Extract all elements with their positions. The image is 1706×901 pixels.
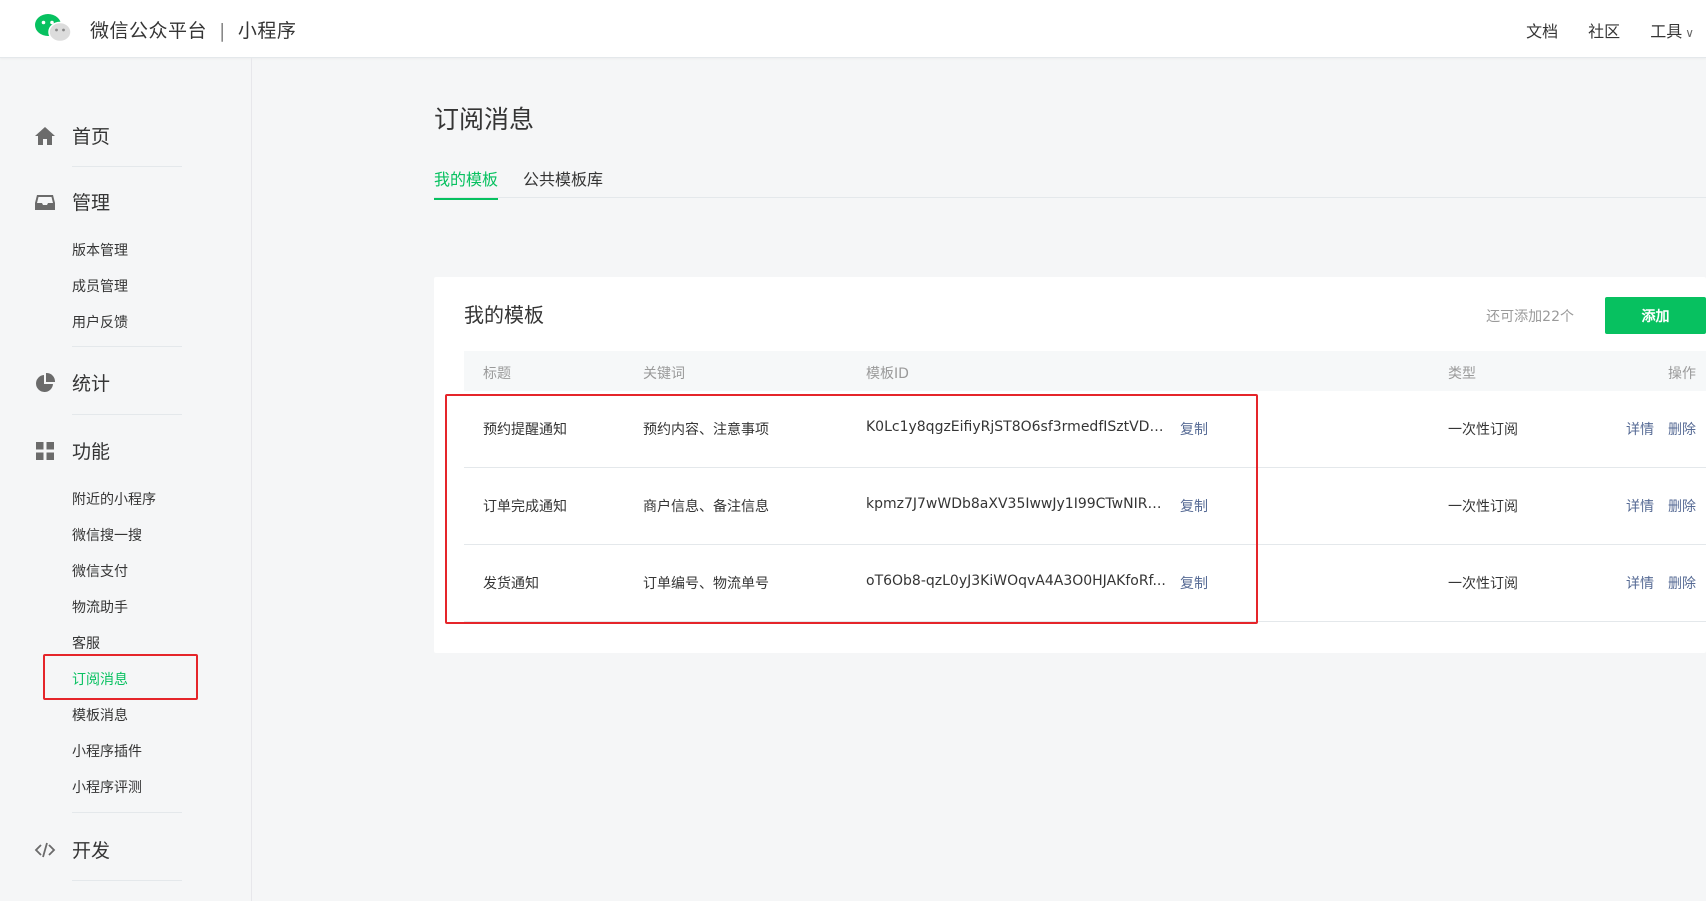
sidebar-divider	[72, 166, 182, 167]
sidebar-stats-label: 统计	[72, 373, 111, 395]
remaining-count: 还可添加22个	[1486, 309, 1574, 325]
nav-community-link[interactable]: 社区	[1588, 18, 1620, 42]
nav-docs-link[interactable]: 文档	[1526, 18, 1558, 42]
sidebar-manage-label: 管理	[72, 192, 111, 214]
row-type: 一次性订阅	[1448, 499, 1518, 515]
highlight-box-templates	[445, 394, 1258, 624]
detail-link[interactable]: 详情	[1626, 496, 1654, 516]
delete-link[interactable]: 删除	[1668, 419, 1696, 439]
detail-link[interactable]: 详情	[1626, 419, 1654, 439]
sidebar-item-service[interactable]: 客服	[72, 633, 100, 653]
add-template-button[interactable]: 添加	[1605, 297, 1706, 334]
top-nav: 文档 社区 工具 ∨	[1496, 18, 1694, 42]
sidebar-item-nearby[interactable]: 附近的小程序	[72, 489, 156, 509]
page-title: 订阅消息	[434, 105, 535, 134]
brand-primary: 微信公众平台	[90, 20, 208, 42]
brand-title[interactable]: 微信公众平台 | 小程序	[90, 16, 296, 43]
sidebar-item-logistics[interactable]: 物流助手	[72, 597, 128, 617]
nav-tools-menu[interactable]: 工具 ∨	[1650, 18, 1694, 42]
sidebar-item-review[interactable]: 小程序评测	[72, 777, 142, 797]
tab-bar: 我的模板 公共模板库	[434, 160, 1706, 200]
col-template-id: 模板ID	[866, 366, 909, 382]
sidebar-dev-label: 开发	[72, 840, 111, 862]
highlight-box-sidebar	[43, 654, 198, 700]
inbox-icon	[35, 194, 55, 210]
table-header: 标题 关键词 模板ID 类型 操作	[464, 351, 1706, 391]
sidebar-section-dev[interactable]: 开发	[34, 836, 110, 863]
sidebar-divider	[72, 346, 182, 347]
home-icon	[35, 126, 55, 145]
col-title: 标题	[483, 366, 511, 382]
card-title: 我的模板	[464, 303, 544, 327]
grid-icon	[36, 441, 54, 460]
tab-my-templates[interactable]: 我的模板	[434, 166, 499, 200]
pie-chart-icon	[36, 372, 56, 392]
wechat-logo-icon[interactable]	[34, 13, 72, 43]
row-type: 一次性订阅	[1448, 422, 1518, 438]
code-icon	[34, 842, 56, 857]
tab-public-library[interactable]: 公共模板库	[523, 166, 603, 198]
sidebar-home-label: 首页	[72, 126, 111, 148]
sidebar-section-home[interactable]: 首页	[34, 122, 110, 149]
col-keywords: 关键词	[643, 366, 685, 382]
delete-link[interactable]: 删除	[1668, 496, 1696, 516]
brand-separator: |	[219, 20, 226, 42]
detail-link[interactable]: 详情	[1626, 573, 1654, 593]
sidebar-divider	[72, 880, 182, 881]
top-header: 微信公众平台 | 小程序 文档 社区 工具 ∨	[0, 0, 1706, 58]
chevron-down-icon: ∨	[1685, 26, 1694, 40]
nav-tools-label: 工具	[1650, 22, 1683, 41]
sidebar-item-version[interactable]: 版本管理	[72, 240, 128, 260]
sidebar-features-label: 功能	[72, 441, 111, 463]
col-actions: 操作	[1668, 366, 1696, 382]
sidebar-section-stats[interactable]: 统计	[34, 369, 110, 396]
sidebar	[0, 58, 252, 901]
sidebar-item-pay[interactable]: 微信支付	[72, 561, 128, 581]
brand-secondary: 小程序	[237, 20, 297, 42]
sidebar-item-plugins[interactable]: 小程序插件	[72, 741, 142, 761]
sidebar-item-search[interactable]: 微信搜一搜	[72, 525, 142, 545]
delete-link[interactable]: 删除	[1668, 573, 1696, 593]
sidebar-item-members[interactable]: 成员管理	[72, 276, 128, 296]
col-type: 类型	[1448, 366, 1476, 382]
sidebar-section-manage[interactable]: 管理	[34, 188, 110, 215]
sidebar-section-features[interactable]: 功能	[34, 437, 110, 464]
sidebar-divider	[72, 812, 182, 813]
sidebar-item-feedback[interactable]: 用户反馈	[72, 312, 128, 332]
sidebar-item-template-message[interactable]: 模板消息	[72, 705, 128, 725]
row-type: 一次性订阅	[1448, 576, 1518, 592]
sidebar-divider	[72, 414, 182, 415]
